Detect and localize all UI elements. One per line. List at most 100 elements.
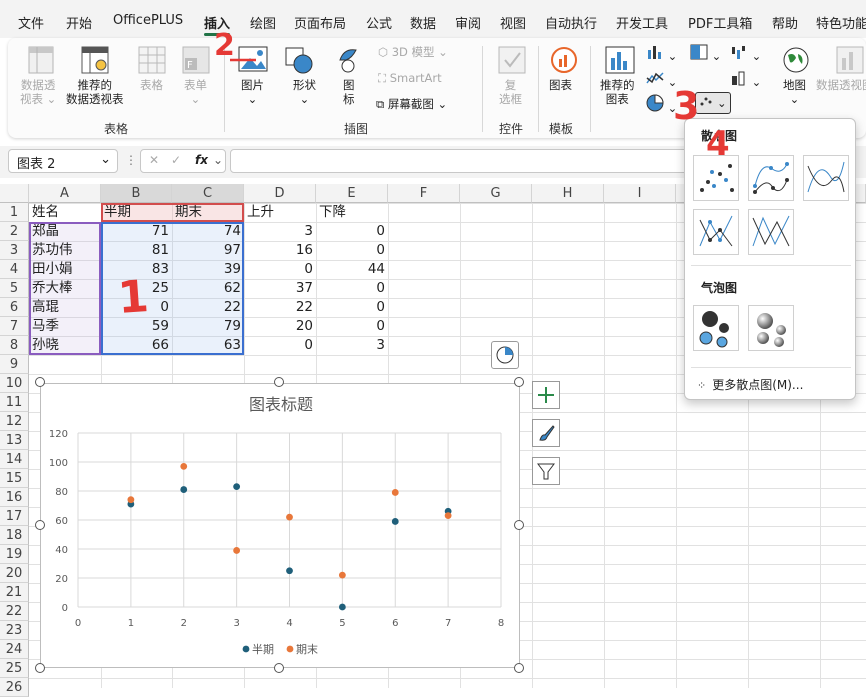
table-cell[interactable]: 0 (244, 260, 316, 279)
data-point (444, 512, 452, 520)
picture-button[interactable]: 图片 ⌄ (241, 78, 264, 106)
resize-handle[interactable] (514, 377, 524, 387)
annotation-4: 4 (706, 124, 730, 164)
table-cell[interactable]: 37 (244, 279, 316, 298)
scatter-straight-markers-option[interactable] (693, 209, 739, 255)
table-cell[interactable]: 0 (316, 279, 388, 298)
chart-filters-button[interactable] (532, 457, 560, 485)
checkbox-button[interactable]: 复选框 (499, 78, 522, 106)
tab-developer[interactable]: 开发工具 (616, 13, 668, 32)
scatter-straight-markers-icon (699, 215, 733, 247)
pivot-table-button[interactable]: 数据透 视表 ⌄ (20, 78, 56, 106)
hierarchy-chart-button[interactable]: ⌄ (690, 44, 721, 63)
quick-analysis-icon (496, 346, 514, 364)
table-cell[interactable]: 0 (244, 336, 316, 355)
header-cell[interactable]: 姓名 (29, 203, 101, 222)
tab-data[interactable]: 数据 (410, 13, 436, 32)
pivot-table-icon (28, 46, 54, 77)
tab-view[interactable]: 视图 (500, 13, 526, 32)
data-point (233, 547, 241, 554)
table-cell[interactable]: 0 (316, 317, 388, 336)
name-box[interactable]: 图表 2 ⌄ (8, 149, 118, 173)
header-cell[interactable]: 上升 (244, 203, 316, 222)
recommended-chart-button[interactable]: 推荐的 图表 (600, 78, 635, 106)
icons-button[interactable]: 图标 (343, 78, 355, 106)
table-cell[interactable]: 22 (244, 298, 316, 317)
form-icon: F (182, 46, 210, 77)
scatter-smooth-markers-option[interactable] (748, 155, 794, 201)
insert-function-chevron-icon[interactable]: ⌄ (213, 153, 223, 167)
form-button[interactable]: 表单 ⌄ (184, 78, 207, 106)
map-icon (782, 46, 810, 77)
table-cell[interactable]: 44 (316, 260, 388, 279)
table-group-label: 表格 (104, 122, 129, 136)
tab-pdf-tools[interactable]: PDF工具箱 (688, 13, 752, 32)
table-cell[interactable]: 0 (316, 241, 388, 260)
svg-text:F: F (187, 60, 193, 71)
tab-officeplus[interactable]: OfficePLUS (113, 13, 183, 28)
controls-group-label: 控件 (499, 122, 524, 136)
x-tick-label: 3 (233, 618, 239, 629)
tab-review[interactable]: 审阅 (455, 13, 481, 32)
table-cell[interactable]: 16 (244, 241, 316, 260)
tab-draw[interactable]: 绘图 (250, 13, 276, 32)
scatter-smooth-option[interactable] (803, 155, 849, 201)
tab-file[interactable]: 文件 (18, 13, 44, 32)
formula-bar-divider: ⋮ (125, 153, 137, 167)
scatter-chart-button[interactable]: ⌄ (695, 92, 731, 114)
stat-chart-button[interactable]: ⌄ (730, 70, 761, 89)
cancel-icon[interactable]: ✕ (149, 153, 159, 167)
scatter-straight-option[interactable] (748, 209, 794, 255)
bubble-option[interactable] (693, 305, 739, 351)
data-point (180, 462, 188, 470)
chart-styles-button[interactable] (532, 419, 560, 447)
resize-handle[interactable] (35, 663, 45, 673)
quick-analysis-button[interactable] (491, 341, 519, 369)
column-chart-button[interactable]: ⌄ (646, 44, 677, 63)
resize-handle[interactable] (35, 377, 45, 387)
insert-function-button[interactable]: fx (195, 153, 208, 167)
tab-automate[interactable]: 自动执行 (545, 13, 597, 32)
resize-handle[interactable] (274, 377, 284, 387)
more-scatter-charts-item[interactable]: ⁘ 更多散点图(M)... (697, 376, 803, 393)
waterfall-chart-button[interactable]: ⌄ (730, 44, 761, 63)
resize-handle[interactable] (35, 520, 45, 530)
table-cell[interactable]: 3 (316, 336, 388, 355)
3d-model-button[interactable]: ⬡ 3D 模型 ⌄ (378, 45, 448, 59)
tab-help[interactable]: 帮助 (772, 13, 798, 32)
tab-home[interactable]: 开始 (66, 13, 92, 32)
header-cell[interactable]: 下降 (316, 203, 388, 222)
table-button[interactable]: 表格 (140, 78, 163, 92)
table-cell[interactable]: 20 (244, 317, 316, 336)
resize-handle[interactable] (274, 663, 284, 673)
template-group-label: 模板 (549, 122, 574, 136)
bubble-3d-option[interactable] (748, 305, 794, 351)
x-tick-label: 1 (128, 618, 134, 629)
pivot-chart-button[interactable]: 数据透视图 (816, 78, 866, 92)
group-separator (482, 46, 483, 132)
screenshot-button[interactable]: ⧉ 屏幕截图 ⌄ (376, 97, 447, 111)
table-cell[interactable]: 3 (244, 222, 316, 241)
shape-button[interactable]: 形状 ⌄ (293, 78, 316, 106)
recommended-pivot-button[interactable]: 推荐的 数据透视表 (66, 78, 124, 106)
tab-features[interactable]: 特色功能 (816, 13, 866, 32)
enter-icon[interactable]: ✓ (171, 153, 181, 167)
chart-title: 图表标题 (249, 395, 313, 414)
table-cell[interactable]: 0 (316, 298, 388, 317)
checkbox-icon (498, 46, 526, 77)
scatter-straight-icon (752, 215, 790, 247)
embedded-chart[interactable]: 图表标题 0 20 40 60 80 100 120 0 1 2 3 4 5 6 7 8 半期 期末 (40, 383, 520, 668)
table-cell[interactable]: 0 (316, 222, 388, 241)
formula-controls: ✕ ✓ fx ⌄ (140, 149, 226, 173)
resize-handle[interactable] (514, 520, 524, 530)
plus-icon (538, 387, 554, 403)
tab-page-layout[interactable]: 页面布局 (294, 13, 346, 32)
smartart-button[interactable]: ⛶ SmartArt (378, 71, 442, 85)
formula-input[interactable] (230, 149, 690, 173)
scatter-smooth-markers-icon (753, 162, 789, 194)
tab-formulas[interactable]: 公式 (366, 13, 392, 32)
resize-handle[interactable] (514, 663, 524, 673)
map-button[interactable]: 地图 ⌄ (783, 78, 806, 106)
chart-template-button[interactable]: 图表 (549, 78, 572, 92)
chart-elements-button[interactable] (532, 381, 560, 409)
